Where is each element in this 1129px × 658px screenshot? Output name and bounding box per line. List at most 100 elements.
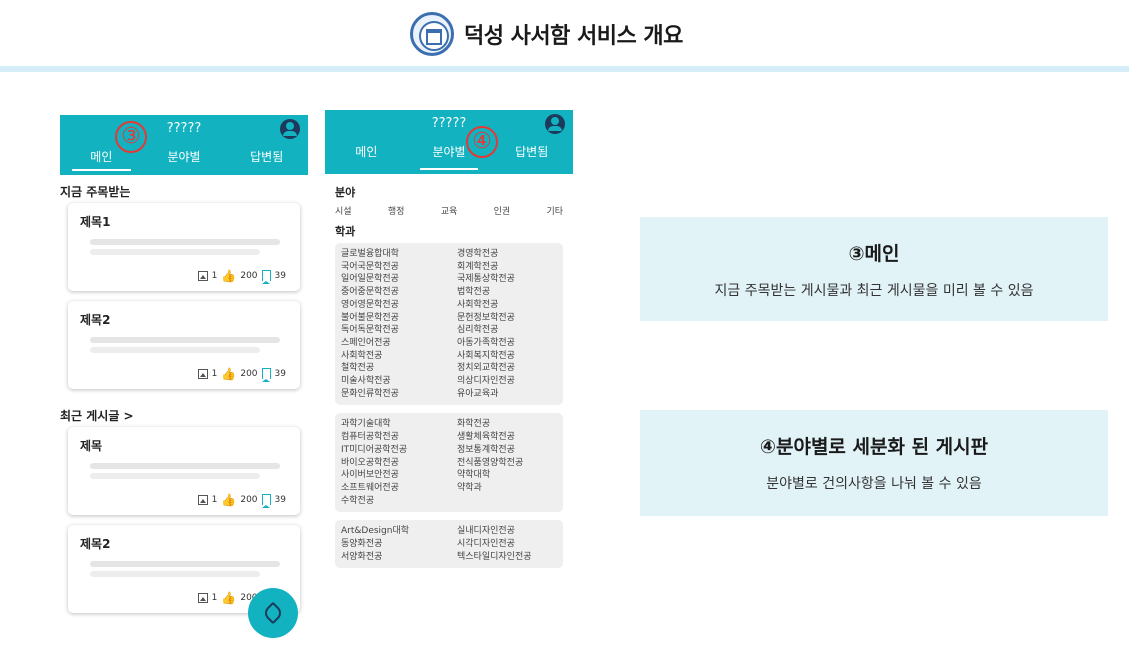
trending-section-label: 지금 주목받는: [60, 185, 131, 199]
dept-item[interactable]: 동양화전공: [341, 538, 457, 551]
dept-item[interactable]: 컴퓨터공학전공: [341, 431, 457, 444]
field-option[interactable]: 기타: [546, 204, 563, 217]
dept-item[interactable]: 약학대학: [457, 469, 557, 482]
field-screen-mockup: ????? 메인 분야별 답변됨 ④ 분야 시설 행정 교육 인권 기타 학과 …: [325, 110, 573, 640]
dept-group: Art&Design대학 실내디자인전공 동양화전공 시각디자인전공 서양화전공 텍스타일…: [335, 520, 563, 569]
dept-group: 과학기술대학 화학전공 컴퓨터공학전공 생활체육학전공 IT미디어공학전공 정보통계학전공…: [335, 413, 563, 513]
header-inner: 덕성 사서함 서비스 개요: [410, 12, 683, 56]
bookmark-count: 39: [274, 368, 286, 379]
bookmark-icon[interactable]: [261, 494, 271, 508]
pen-icon: [261, 601, 285, 625]
dept-item[interactable]: 회계학전공: [457, 261, 557, 274]
post-title: 제목2: [80, 313, 111, 327]
field-option[interactable]: 인권: [494, 204, 511, 217]
callout-marker-4: ④: [466, 126, 498, 158]
profile-icon[interactable]: [280, 119, 300, 139]
dept-item[interactable]: 스페인어전공: [341, 337, 457, 350]
field-options: 시설 행정 교육 인권 기타: [335, 204, 563, 217]
field-description-panel: ④분야별로 세분화 된 게시판 분야별로 건의사항을 나눠 볼 수 있음: [640, 410, 1108, 516]
dept-item[interactable]: 심리학전공: [457, 324, 557, 337]
dept-item[interactable]: 정보통계학전공: [457, 444, 557, 457]
dept-item[interactable]: 의상디자인전공: [457, 375, 557, 388]
dept-item[interactable]: 철학전공: [341, 362, 457, 375]
post-stats: 1 👍 200 39: [197, 494, 286, 508]
dept-item[interactable]: 경영학전공: [457, 248, 557, 261]
dept-item[interactable]: 사회학전공: [457, 299, 557, 312]
dept-item[interactable]: 아동가족학전공: [457, 337, 557, 350]
dept-item[interactable]: 전식품영양학전공: [457, 457, 557, 470]
dept-item[interactable]: 법학전공: [457, 286, 557, 299]
post-stats: 1 👍 200 39: [197, 270, 286, 284]
post-card[interactable]: 제목2 1 👍 200 39: [68, 301, 300, 389]
dept-item[interactable]: 국제통상학전공: [457, 273, 557, 286]
tab-answered[interactable]: 답변됨: [225, 145, 308, 175]
dept-item[interactable]: 실내디자인전공: [457, 525, 557, 538]
image-icon: [197, 592, 208, 603]
dept-item[interactable]: 국어국문학전공: [341, 261, 457, 274]
blurred-preview: [90, 463, 280, 469]
dept-item[interactable]: 불어불문학전공: [341, 312, 457, 325]
app-bar: ????? 메인 분야별 답변됨: [60, 115, 308, 175]
dept-item[interactable]: 문화인류학전공: [341, 388, 457, 401]
recent-section-label[interactable]: 최근 게시글 >: [60, 399, 308, 427]
like-count: 200: [240, 494, 258, 505]
field-option[interactable]: 교육: [441, 204, 458, 217]
dept-item[interactable]: 일어일문학전공: [341, 273, 457, 286]
dept-item[interactable]: 수학전공: [341, 495, 457, 508]
dept-item[interactable]: Art&Design대학: [341, 525, 457, 538]
post-title: 제목1: [80, 215, 111, 229]
dept-item[interactable]: 미술사학전공: [341, 375, 457, 388]
bookmark-icon[interactable]: [261, 368, 271, 382]
page-title: 덕성 사서함 서비스 개요: [464, 24, 683, 49]
thumbs-up-icon[interactable]: 👍: [221, 368, 236, 380]
blurred-preview: [90, 571, 260, 577]
field-option[interactable]: 행정: [388, 204, 405, 217]
dept-item[interactable]: 사회학전공: [341, 350, 457, 363]
dept-item[interactable]: 영어영문학전공: [341, 299, 457, 312]
dept-item[interactable]: 중어중문학전공: [341, 286, 457, 299]
post-card[interactable]: 제목1 1 👍 200 39: [68, 203, 300, 291]
dept-item[interactable]: 소프트웨어전공: [341, 482, 457, 495]
app-bar: ????? 메인 분야별 답변됨: [325, 110, 573, 174]
dept-item[interactable]: 사회복지학전공: [457, 350, 557, 363]
dept-item[interactable]: 텍스타일디자인전공: [457, 551, 557, 564]
image-count: 1: [211, 494, 218, 505]
write-post-button[interactable]: [248, 588, 298, 638]
thumbs-up-icon[interactable]: 👍: [221, 592, 236, 604]
blurred-preview: [90, 249, 260, 255]
image-icon: [197, 494, 208, 505]
dept-item[interactable]: 생활체육학전공: [457, 431, 557, 444]
panel-heading: ③메인: [848, 243, 900, 265]
profile-icon[interactable]: [545, 114, 565, 134]
main-screen-mockup: ????? 메인 분야별 답변됨 ③ 지금 주목받는 제목1 1 👍 200 3…: [60, 115, 308, 640]
dept-item[interactable]: 글로벌융합대학: [341, 248, 457, 261]
bookmark-icon[interactable]: [261, 270, 271, 284]
dept-item[interactable]: 사이버보안전공: [341, 469, 457, 482]
dept-item[interactable]: 시각디자인전공: [457, 538, 557, 551]
thumbs-up-icon[interactable]: 👍: [221, 494, 236, 506]
dept-item[interactable]: 화학전공: [457, 418, 557, 431]
dept-item[interactable]: 정치외교학전공: [457, 362, 557, 375]
tab-answered[interactable]: 답변됨: [490, 140, 573, 174]
app-title: ?????: [431, 116, 467, 131]
dept-item[interactable]: 유아교육과: [457, 388, 557, 401]
tab-bar: 메인 분야별 답변됨: [60, 145, 308, 175]
dept-item[interactable]: 바이오공학전공: [341, 457, 457, 470]
dept-item[interactable]: 독어독문학전공: [341, 324, 457, 337]
dept-item[interactable]: 서양화전공: [341, 551, 457, 564]
dept-item[interactable]: 과학기술대학: [341, 418, 457, 431]
like-count: 200: [240, 270, 258, 281]
panel-description: 분야별로 건의사항을 나눠 볼 수 있음: [766, 476, 982, 492]
image-count: 1: [211, 368, 218, 379]
dept-item[interactable]: IT미디어공학전공: [341, 444, 457, 457]
post-card[interactable]: 제목 1 👍 200 39: [68, 427, 300, 515]
dept-item[interactable]: 약학과: [457, 482, 557, 495]
thumbs-up-icon[interactable]: 👍: [221, 270, 236, 282]
field-heading: 분야: [335, 186, 356, 199]
header-divider: [0, 66, 1129, 72]
tab-main[interactable]: 메인: [325, 140, 408, 174]
field-option[interactable]: 시설: [335, 204, 352, 217]
dept-item[interactable]: 문헌정보학전공: [457, 312, 557, 325]
dept-item[interactable]: [457, 495, 557, 508]
tab-by-field[interactable]: 분야별: [143, 145, 226, 175]
